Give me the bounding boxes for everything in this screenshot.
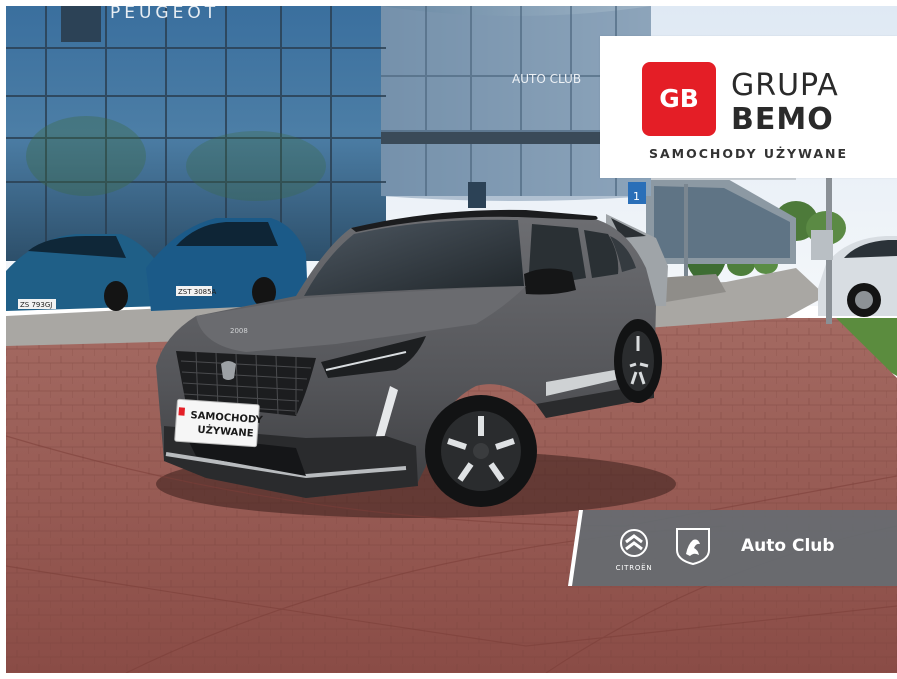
auto-club-label: Auto Club [741,536,835,556]
grupa-bemo-logo: GB GRUPA BEMO SAMOCHODY UŻYWANE [600,36,897,178]
middle-car-plate: ZST 3085A [178,288,217,296]
left-car-plate: ZS 793GJ [20,301,52,309]
citroen-chevrons-icon [620,529,648,557]
brand-sign: PEUGEOT [110,6,219,23]
photo-frame: PEUGEOT AUTO CLUB 1 ZS 793GJ ZST 3085A 2… [6,6,897,673]
door-number: 1 [633,190,640,203]
model-badge: 2008 [230,327,248,335]
logo-name-line2: BEMO [731,102,834,137]
brands-banner [568,510,897,586]
gb-badge-icon: GB [642,62,716,136]
banner-stripe [568,510,583,586]
club-sign: AUTO CLUB [512,72,581,86]
logo-subtitle: SAMOCHODY UŻYWANE [648,146,849,161]
citroen-label: CITROËN [615,564,653,572]
peugeot-shield-icon [676,528,710,566]
logo-name-line1: GRUPA [731,68,839,103]
